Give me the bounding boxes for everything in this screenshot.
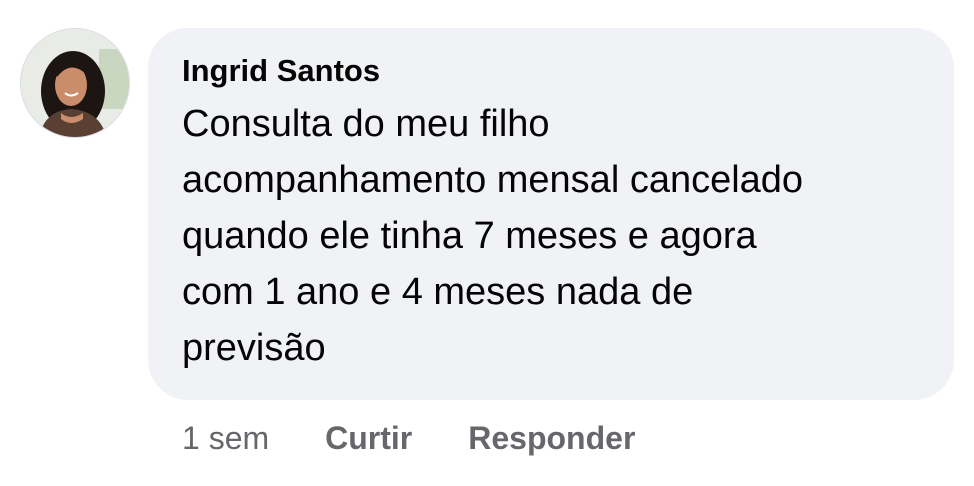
profile-photo-icon (21, 29, 129, 137)
comment-text: Consulta do meu filho acompanhamento men… (182, 103, 804, 369)
reply-button[interactable]: Responder (468, 414, 635, 462)
comment: Ingrid Santos Consulta do meu filho acom… (0, 0, 974, 486)
comment-bubble: Ingrid Santos Consulta do meu filho acom… (148, 28, 954, 400)
avatar[interactable] (20, 28, 130, 138)
comment-actions: 1 sem Curtir Responder (182, 414, 691, 462)
comment-timestamp[interactable]: 1 sem (182, 414, 269, 462)
like-button[interactable]: Curtir (325, 414, 412, 462)
comment-author[interactable]: Ingrid Santos (182, 50, 920, 92)
